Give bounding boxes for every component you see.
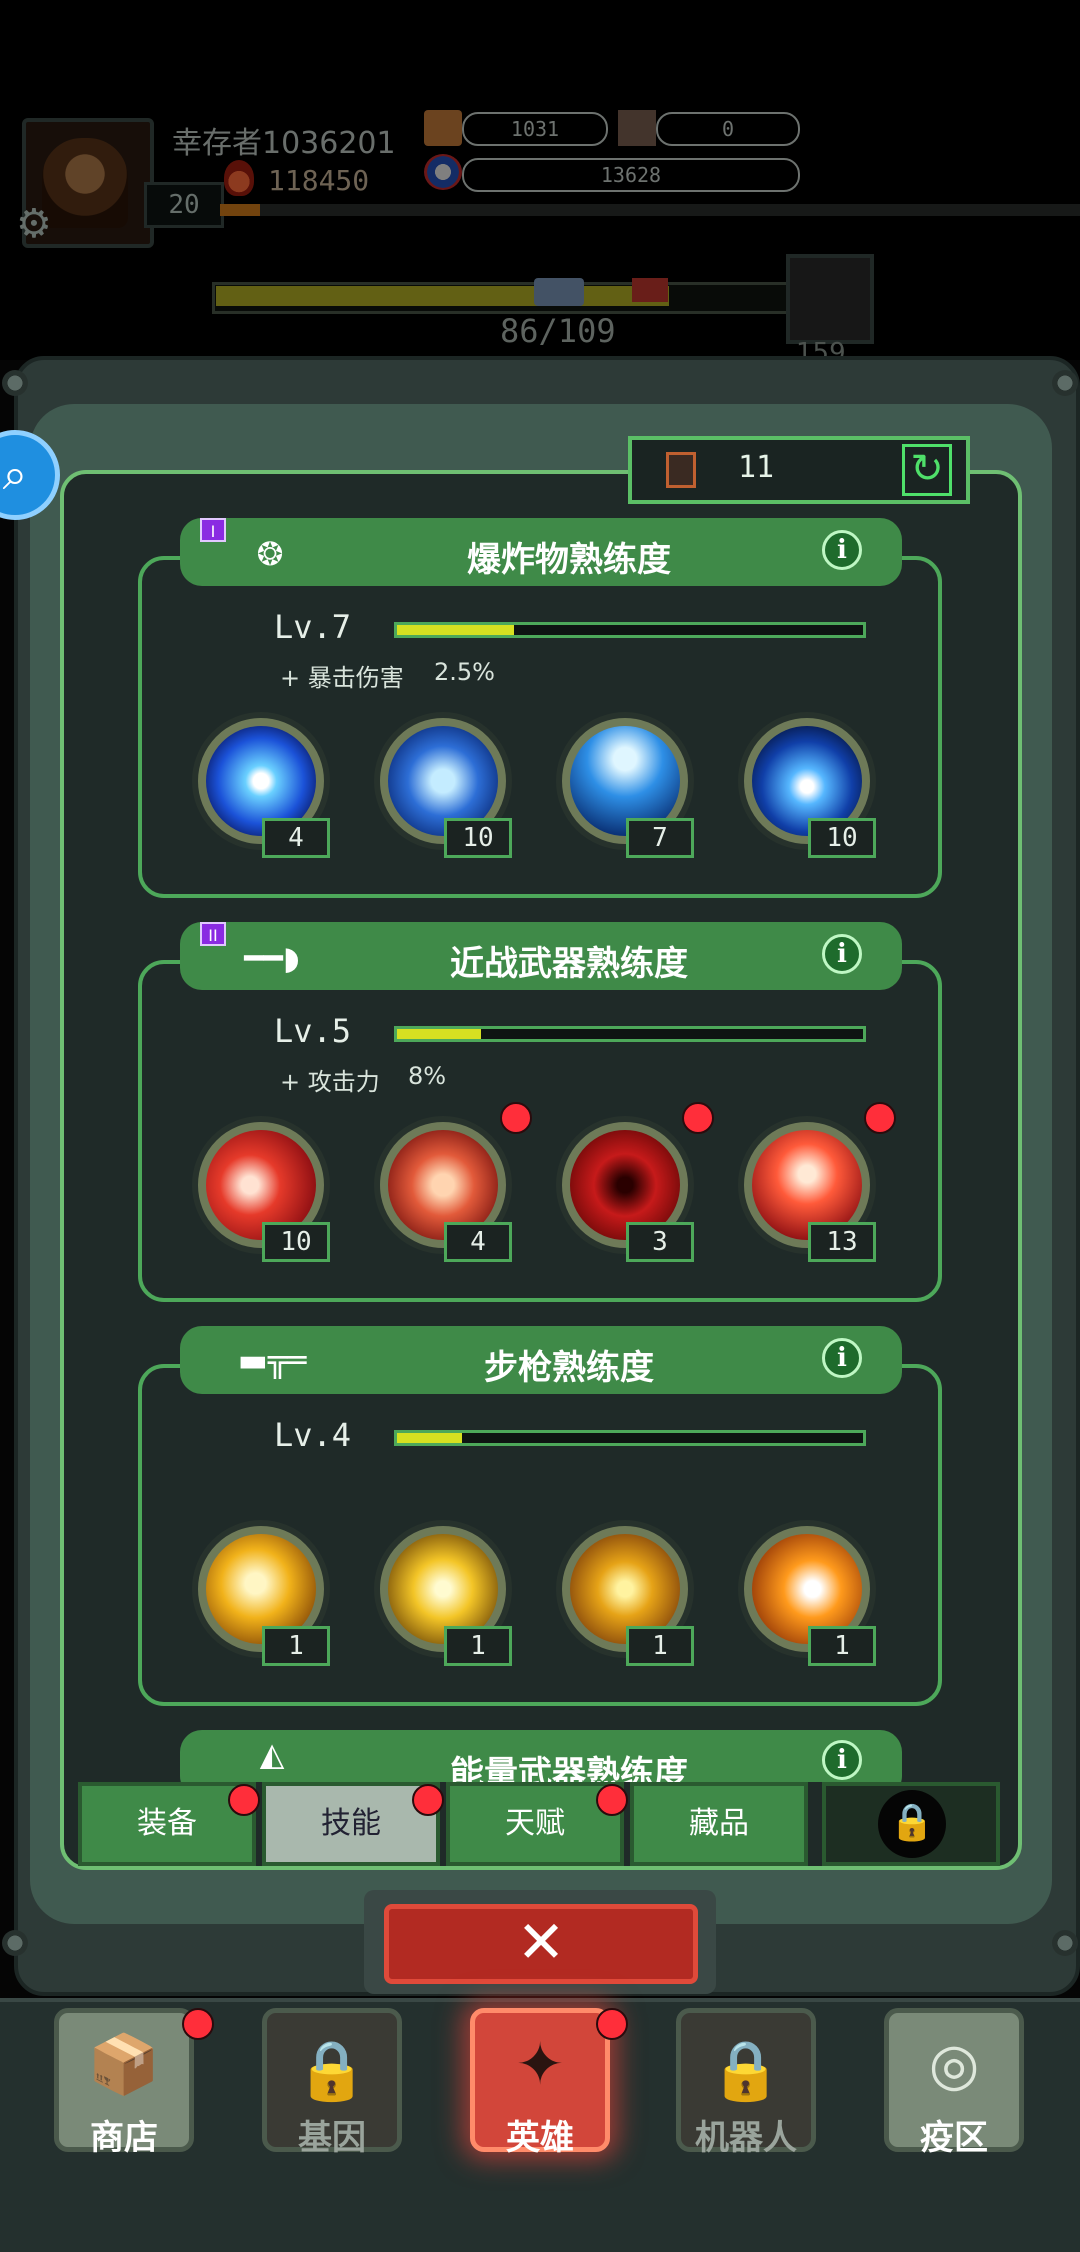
bonus-label: + 攻击力 bbox=[280, 1068, 380, 1096]
info-button[interactable]: i bbox=[822, 1740, 862, 1780]
player-level-badge: 20 bbox=[144, 182, 224, 228]
screw-icon bbox=[2, 370, 28, 396]
info-icon: i bbox=[837, 939, 847, 969]
capsule-icon bbox=[424, 154, 462, 190]
lock-icon: 🔒 bbox=[709, 2036, 783, 2104]
section-title: 近战武器熟练度 bbox=[450, 944, 688, 984]
close-button[interactable]: ✕ bbox=[384, 1904, 698, 1984]
skill-count: 1 bbox=[262, 1626, 330, 1666]
player-name: 幸存者1036201 bbox=[172, 126, 396, 161]
stage-progress-fill bbox=[216, 286, 669, 306]
skill-count: 13 bbox=[808, 1222, 876, 1262]
mastery-progress-fill bbox=[397, 625, 514, 635]
alert-dot bbox=[412, 1784, 444, 1816]
tab-collection[interactable]: 藏品 bbox=[630, 1782, 808, 1866]
stage-progress-text: 86/109 bbox=[500, 312, 616, 350]
mastery-progress-bar bbox=[394, 1430, 866, 1446]
lock-icon: 🔒 bbox=[878, 1790, 946, 1858]
screw-icon bbox=[1052, 1930, 1078, 1956]
radar-icon: ◎ bbox=[928, 2030, 980, 2098]
xp-bar bbox=[220, 204, 1080, 216]
bonus-label: + 暴击伤害 bbox=[280, 664, 404, 692]
alert-dot bbox=[596, 1784, 628, 1816]
truck-icon bbox=[534, 278, 584, 306]
info-button[interactable]: i bbox=[822, 934, 862, 974]
lock-icon: 🔒 bbox=[295, 2036, 369, 2104]
skill-count: 4 bbox=[444, 1222, 512, 1262]
nav-label: 英雄 bbox=[506, 2118, 574, 2158]
skill-section-energy: ◭ 能量武器熟练度 i bbox=[138, 1730, 942, 1782]
shop-icon: 📦 bbox=[87, 2030, 161, 2098]
card-icon bbox=[618, 110, 656, 146]
close-x-icon: ✕ bbox=[516, 1908, 566, 1976]
info-icon: i bbox=[837, 1745, 847, 1775]
chip-icon bbox=[666, 452, 696, 488]
gold-bar-icon bbox=[424, 110, 462, 146]
skill-count: 10 bbox=[444, 818, 512, 858]
chip-count-value: 11 bbox=[738, 450, 775, 485]
hero-icon: ✦ bbox=[515, 2030, 565, 2098]
flag-icon bbox=[632, 278, 668, 302]
alert-dot bbox=[500, 1102, 532, 1134]
alert-dot bbox=[596, 2008, 628, 2040]
gear-icon[interactable]: ⚙ bbox=[16, 204, 56, 244]
info-button[interactable]: i bbox=[822, 530, 862, 570]
alert-dot bbox=[864, 1102, 896, 1134]
resource-3-value: 13628 bbox=[462, 158, 800, 192]
skill-count: 10 bbox=[262, 1222, 330, 1262]
bonus-value: 8% bbox=[408, 1062, 447, 1090]
nav-label: 商店 bbox=[90, 2118, 158, 2158]
screw-icon bbox=[2, 1930, 28, 1956]
nav-label: 机器人 bbox=[695, 2118, 797, 2158]
skill-count: 10 bbox=[808, 818, 876, 858]
xp-bar-fill bbox=[220, 204, 260, 216]
refresh-icon: ↻ bbox=[910, 446, 944, 492]
bonus-value: 2.5% bbox=[434, 658, 495, 686]
mastery-level: Lv.4 bbox=[274, 1416, 352, 1454]
skill-count: 3 bbox=[626, 1222, 694, 1262]
skill-count: 1 bbox=[808, 1626, 876, 1666]
screw-icon bbox=[1052, 370, 1078, 396]
skill-count: 4 bbox=[262, 818, 330, 858]
alert-dot bbox=[182, 2008, 214, 2040]
mastery-level: Lv.5 bbox=[274, 1012, 352, 1050]
power-value: 118450 bbox=[268, 164, 370, 197]
resource-2-value: 0 bbox=[656, 112, 800, 146]
alert-dot bbox=[228, 1784, 260, 1816]
mastery-level: Lv.7 bbox=[274, 608, 352, 646]
boss-avatar[interactable] bbox=[786, 254, 874, 344]
info-icon: i bbox=[837, 535, 847, 565]
mastery-progress-fill bbox=[397, 1433, 462, 1443]
skill-count: 1 bbox=[626, 1626, 694, 1666]
info-icon: i bbox=[837, 1343, 847, 1373]
skill-count: 7 bbox=[626, 818, 694, 858]
alert-dot bbox=[682, 1102, 714, 1134]
nav-label: 疫区 bbox=[920, 2118, 988, 2158]
resource-1-value: 1031 bbox=[462, 112, 608, 146]
refresh-button[interactable]: ↻ bbox=[902, 444, 952, 496]
mastery-progress-fill bbox=[397, 1029, 481, 1039]
flame-icon bbox=[224, 160, 254, 196]
skill-count: 1 bbox=[444, 1626, 512, 1666]
magnifier-icon: ⌕ bbox=[2, 449, 28, 500]
section-title: 爆炸物熟练度 bbox=[467, 540, 671, 580]
info-button[interactable]: i bbox=[822, 1338, 862, 1378]
nav-label: 基因 bbox=[298, 2118, 366, 2158]
section-title: 步枪熟练度 bbox=[484, 1348, 654, 1388]
